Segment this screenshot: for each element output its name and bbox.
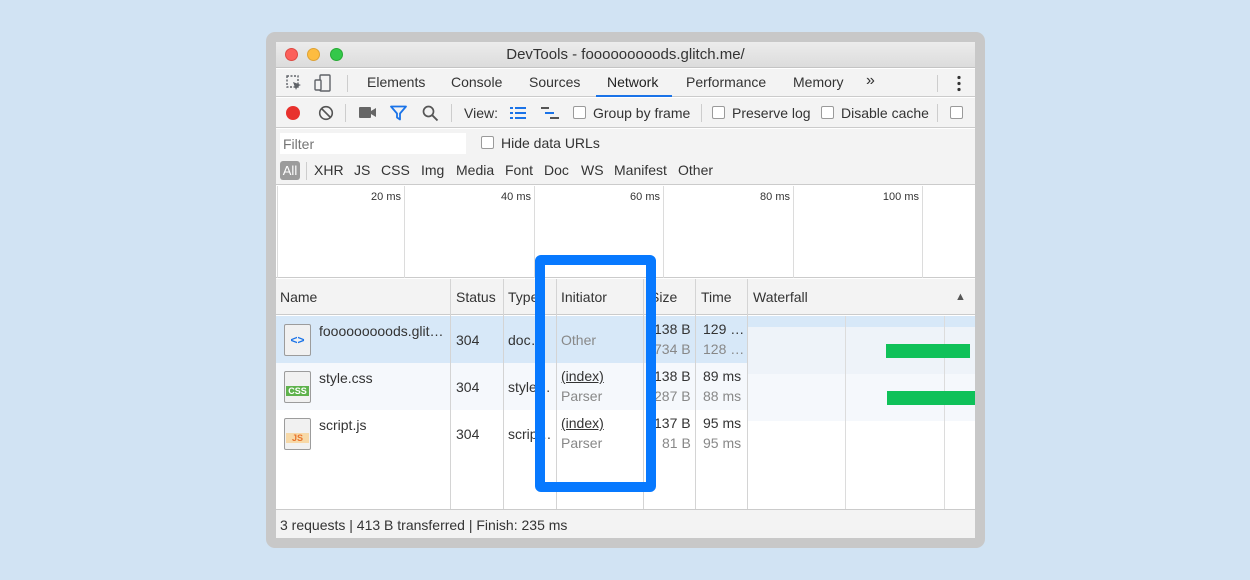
toolbar-separator	[701, 104, 702, 122]
waterfall-bar[interactable]	[887, 391, 975, 405]
preserve-log-checkbox[interactable]	[712, 106, 725, 119]
tab-sources[interactable]: Sources	[529, 74, 580, 90]
tab-separator	[937, 75, 938, 92]
overview-tick-label: 100 ms	[882, 191, 919, 203]
status-summary: 3 requests | 413 B transferred | Finish:…	[280, 517, 568, 533]
type-filter-js[interactable]: JS	[354, 162, 370, 178]
tab-memory[interactable]: Memory	[793, 74, 844, 90]
request-size: 137 B	[654, 415, 691, 431]
request-resource-size: 81 B	[662, 435, 691, 451]
overview-tick-label: 20 ms	[371, 191, 401, 203]
record-icon[interactable]	[285, 105, 301, 121]
type-filter-other[interactable]: Other	[678, 162, 713, 178]
offline-checkbox[interactable]	[950, 106, 963, 119]
toolbar-separator	[451, 104, 452, 122]
tab-console[interactable]: Console	[451, 74, 502, 90]
overview-tick-label: 40 ms	[501, 191, 531, 203]
group-by-frame-label: Group by frame	[593, 105, 691, 121]
waterfall-bar[interactable]	[886, 344, 970, 358]
more-options-icon[interactable]	[956, 75, 962, 92]
overview-tick-label: 80 ms	[760, 191, 790, 203]
waterfall-panel[interactable]	[748, 316, 975, 509]
type-filter-media[interactable]: Media	[456, 162, 494, 178]
column-header-name[interactable]: Name	[280, 289, 317, 305]
clear-icon[interactable]	[318, 105, 334, 121]
request-size: 138 B	[654, 368, 691, 384]
tab-elements[interactable]: Elements	[367, 74, 425, 90]
request-latency: 128 …	[703, 341, 745, 357]
more-tabs-icon[interactable]: »	[866, 72, 875, 90]
window-title: DevTools - fooooooooods.glitch.me/	[506, 46, 745, 63]
tab-performance[interactable]: Performance	[686, 74, 766, 90]
type-filter-all[interactable]: All	[280, 161, 300, 180]
tab-separator	[347, 75, 348, 92]
type-filter-css[interactable]: CSS	[381, 162, 410, 178]
column-header-status[interactable]: Status	[456, 289, 496, 305]
request-latency: 95 ms	[703, 435, 742, 451]
request-status: 304	[456, 426, 480, 442]
view-label: View:	[464, 105, 498, 121]
toolbar-separator	[937, 104, 938, 122]
toolbar-separator	[345, 104, 346, 122]
title-bar: DevTools - fooooooooods.glitch.me/	[276, 42, 975, 68]
status-bar: 3 requests | 413 B transferred | Finish:…	[276, 509, 975, 538]
large-request-rows-icon[interactable]	[510, 107, 526, 119]
filter-icon[interactable]	[390, 105, 407, 121]
inspect-element-icon[interactable]	[286, 75, 302, 91]
request-resource-size: 287 B	[654, 388, 691, 404]
device-toolbar-icon[interactable]	[314, 74, 332, 92]
request-time: 129 …	[703, 321, 745, 337]
type-filter-img[interactable]: Img	[421, 162, 444, 178]
active-tab-indicator	[596, 95, 672, 97]
filter-row: Hide data URLs	[276, 129, 975, 157]
column-header-time[interactable]: Time	[701, 289, 732, 305]
request-latency: 88 ms	[703, 388, 742, 404]
type-separator	[306, 162, 307, 180]
preserve-log-label: Preserve log	[732, 105, 811, 121]
html-file-icon: <>	[284, 324, 311, 356]
capture-screenshots-icon[interactable]	[359, 106, 377, 119]
column-header-type[interactable]: Type	[508, 289, 538, 305]
panel-tab-bar: Elements Console Sources Network Perform…	[276, 69, 975, 97]
type-filter-manifest[interactable]: Manifest	[614, 162, 667, 178]
disable-cache-checkbox[interactable]	[821, 106, 834, 119]
search-icon[interactable]	[422, 105, 439, 122]
resource-type-filter-bar: All XHR JS CSS Img Media Font Doc WS Man…	[276, 157, 975, 185]
request-status: 304	[456, 332, 480, 348]
initiator-column-highlight	[535, 255, 656, 492]
request-resource-size: 734 B	[654, 341, 691, 357]
request-name: script.js	[319, 417, 367, 433]
request-status: 304	[456, 379, 480, 395]
css-file-icon: CSS	[284, 371, 311, 403]
overview-tick-label: 60 ms	[630, 191, 660, 203]
overview-waterfall-icon[interactable]	[541, 107, 559, 120]
hide-data-urls-checkbox[interactable]	[481, 136, 494, 149]
group-by-frame-checkbox[interactable]	[573, 106, 586, 119]
request-name: fooooooooods.glit…	[319, 323, 444, 339]
request-size: 138 B	[654, 321, 691, 337]
type-filter-font[interactable]: Font	[505, 162, 533, 178]
request-name: style.css	[319, 370, 373, 386]
column-header-waterfall[interactable]: Waterfall	[753, 289, 808, 305]
type-filter-ws[interactable]: WS	[581, 162, 604, 178]
disable-cache-label: Disable cache	[841, 105, 929, 121]
sort-ascending-icon[interactable]: ▲	[955, 291, 966, 303]
hide-data-urls-label: Hide data URLs	[501, 135, 600, 151]
request-time: 89 ms	[703, 368, 742, 384]
network-toolbar: View: Group by frame Preserve log Disabl…	[276, 98, 975, 128]
tab-network[interactable]: Network	[607, 74, 658, 90]
request-time: 95 ms	[703, 415, 742, 431]
type-filter-xhr[interactable]: XHR	[314, 162, 344, 178]
js-file-icon: JS	[284, 418, 311, 450]
type-filter-doc[interactable]: Doc	[544, 162, 569, 178]
filter-input[interactable]	[280, 133, 466, 154]
